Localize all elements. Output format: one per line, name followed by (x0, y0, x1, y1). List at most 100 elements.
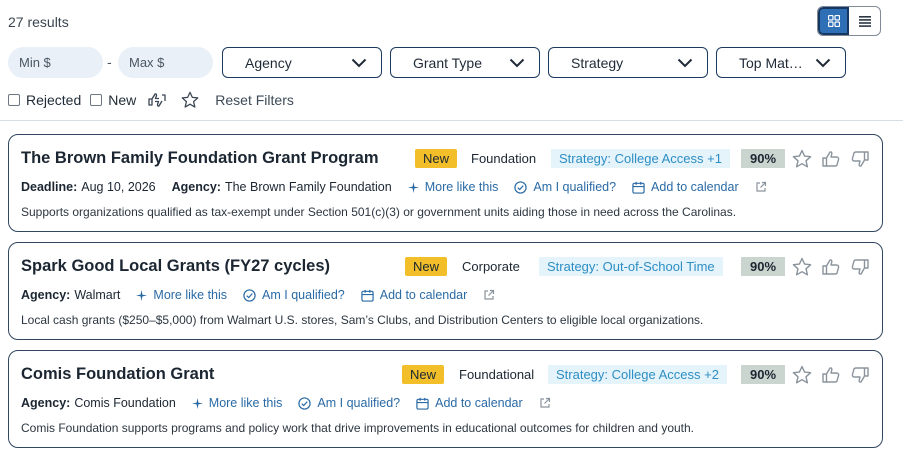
chevron-down-icon (509, 58, 525, 67)
star-icon[interactable] (792, 365, 812, 385)
grant-type-dropdown[interactable]: Grant Type (390, 47, 540, 78)
grant-title[interactable]: The Brown Family Foundation Grant Progra… (21, 149, 379, 168)
agency-dropdown[interactable]: Agency (222, 47, 382, 78)
agency-dropdown-label: Agency (245, 54, 292, 71)
add-to-calendar-label: Add to calendar (435, 396, 523, 410)
star-icon[interactable] (792, 257, 812, 277)
grant-description: Supports organizations qualified as tax-… (21, 205, 737, 219)
more-like-this-label: More like this (424, 180, 499, 194)
top-match-dropdown-label: Top Mat… (739, 54, 803, 71)
thumbs-down-icon[interactable] (850, 149, 870, 169)
am-i-qualified-link[interactable]: Am I qualified? (298, 396, 400, 410)
match-score: 90% (741, 149, 785, 168)
am-i-qualified-label: Am I qualified? (533, 180, 617, 194)
more-like-this-label: More like this (208, 396, 283, 410)
min-amount-input[interactable]: Min $ (8, 47, 103, 78)
sparkle-icon (191, 397, 203, 409)
grant-meta: Agency: Walmart More like this Am I qual… (21, 288, 495, 302)
grant-description: Local cash grants ($250–$5,000) from Wal… (21, 313, 704, 327)
grant-meta: Agency: Comis Foundation More like this … (21, 396, 551, 410)
check-circle-icon (243, 288, 256, 302)
agency-value: Walmart (74, 288, 121, 302)
new-checkbox[interactable] (90, 94, 103, 106)
calendar-icon (632, 181, 645, 194)
more-like-this-link[interactable]: More like this (191, 396, 283, 410)
top-match-dropdown[interactable]: Top Mat… (716, 47, 846, 78)
strategy-dropdown[interactable]: Strategy (548, 47, 708, 78)
agency-label: Agency: (21, 396, 71, 410)
grant-title[interactable]: Spark Good Local Grants (FY27 cycles) (21, 257, 330, 276)
calendar-icon (361, 289, 374, 302)
star-icon[interactable] (792, 149, 812, 169)
agency-label: Agency: (171, 180, 221, 194)
sparkle-icon (136, 289, 148, 301)
more-like-this-label: More like this (153, 288, 228, 302)
strategy-tag: Strategy: College Access +2 (548, 365, 727, 384)
thumbs-up-icon[interactable] (821, 365, 841, 385)
deadline-value: Aug 10, 2026 (81, 180, 156, 194)
more-like-this-link[interactable]: More like this (407, 180, 499, 194)
add-to-calendar-link[interactable]: Add to calendar (361, 288, 468, 302)
chevron-down-icon (815, 58, 831, 67)
match-score: 90% (741, 365, 785, 384)
reset-filters-button[interactable]: Reset Filters (215, 92, 294, 108)
grant-card[interactable]: Spark Good Local Grants (FY27 cycles) Ne… (8, 242, 883, 340)
grant-title[interactable]: Comis Foundation Grant (21, 365, 214, 384)
am-i-qualified-link[interactable]: Am I qualified? (514, 180, 616, 194)
match-score: 90% (741, 257, 785, 276)
strategy-dropdown-label: Strategy (571, 54, 624, 71)
chevron-down-icon (677, 58, 693, 67)
add-to-calendar-link[interactable]: Add to calendar (632, 180, 739, 194)
strategy-tag: Strategy: Out-of-School Time (539, 257, 723, 276)
add-to-calendar-link[interactable]: Add to calendar (416, 396, 523, 410)
grant-type: Foundation (471, 151, 537, 166)
grant-meta: Deadline: Aug 10, 2026 Agency: The Brown… (21, 180, 767, 194)
thumbs-down-icon[interactable] (850, 257, 870, 277)
external-link-icon[interactable] (483, 289, 495, 301)
thumbs-up-icon[interactable] (821, 149, 841, 169)
new-badge: New (405, 257, 448, 276)
max-amount-input[interactable]: Max $ (118, 47, 213, 78)
grant-card[interactable]: Comis Foundation Grant New Foundational … (8, 350, 883, 448)
grant-type: Foundational (459, 367, 535, 382)
more-like-this-link[interactable]: More like this (136, 288, 227, 302)
thumbs-down-icon[interactable] (850, 365, 870, 385)
grant-type-dropdown-label: Grant Type (413, 54, 483, 71)
grid-view-button[interactable] (818, 7, 850, 35)
am-i-qualified-label: Am I qualified? (317, 396, 401, 410)
quick-filters: Rejected New Reset Filters (8, 90, 294, 110)
toolbar: 27 results Min $ - Max $ Agency Grant Ty… (0, 0, 903, 120)
add-to-calendar-label: Add to calendar (651, 180, 739, 194)
external-link-icon[interactable] (755, 181, 767, 193)
rejected-checkbox[interactable] (8, 94, 20, 106)
check-circle-icon (514, 180, 528, 194)
grant-description: Comis Foundation supports programs and p… (21, 421, 695, 435)
grant-card[interactable]: The Brown Family Foundation Grant Progra… (8, 134, 883, 232)
chevron-down-icon (351, 58, 367, 67)
divider (0, 120, 903, 121)
am-i-qualified-label: Am I qualified? (262, 288, 345, 302)
grant-type: Corporate (462, 259, 520, 274)
max-amount-placeholder: Max $ (129, 55, 165, 70)
rejected-label: Rejected (26, 92, 82, 108)
agency-value: The Brown Family Foundation (224, 180, 392, 194)
thumbs-updown-icon[interactable] (147, 91, 167, 109)
thumbs-up-icon[interactable] (821, 257, 841, 277)
new-badge: New (402, 365, 445, 384)
min-amount-placeholder: Min $ (19, 55, 51, 70)
am-i-qualified-link[interactable]: Am I qualified? (243, 288, 345, 302)
results-count: 27 results (8, 14, 69, 30)
strategy-tag: Strategy: College Access +1 (551, 149, 730, 168)
list-view-button[interactable] (849, 7, 880, 35)
star-filter-icon[interactable] (181, 91, 199, 109)
range-separator: - (107, 54, 112, 70)
new-badge: New (415, 149, 458, 168)
external-link-icon[interactable] (539, 397, 551, 409)
grid-icon (827, 15, 840, 27)
add-to-calendar-label: Add to calendar (379, 288, 468, 302)
new-label: New (108, 92, 137, 108)
agency-value: Comis Foundation (74, 396, 176, 410)
list-icon (858, 15, 871, 27)
deadline-label: Deadline: (21, 180, 78, 194)
sparkle-icon (407, 181, 419, 193)
